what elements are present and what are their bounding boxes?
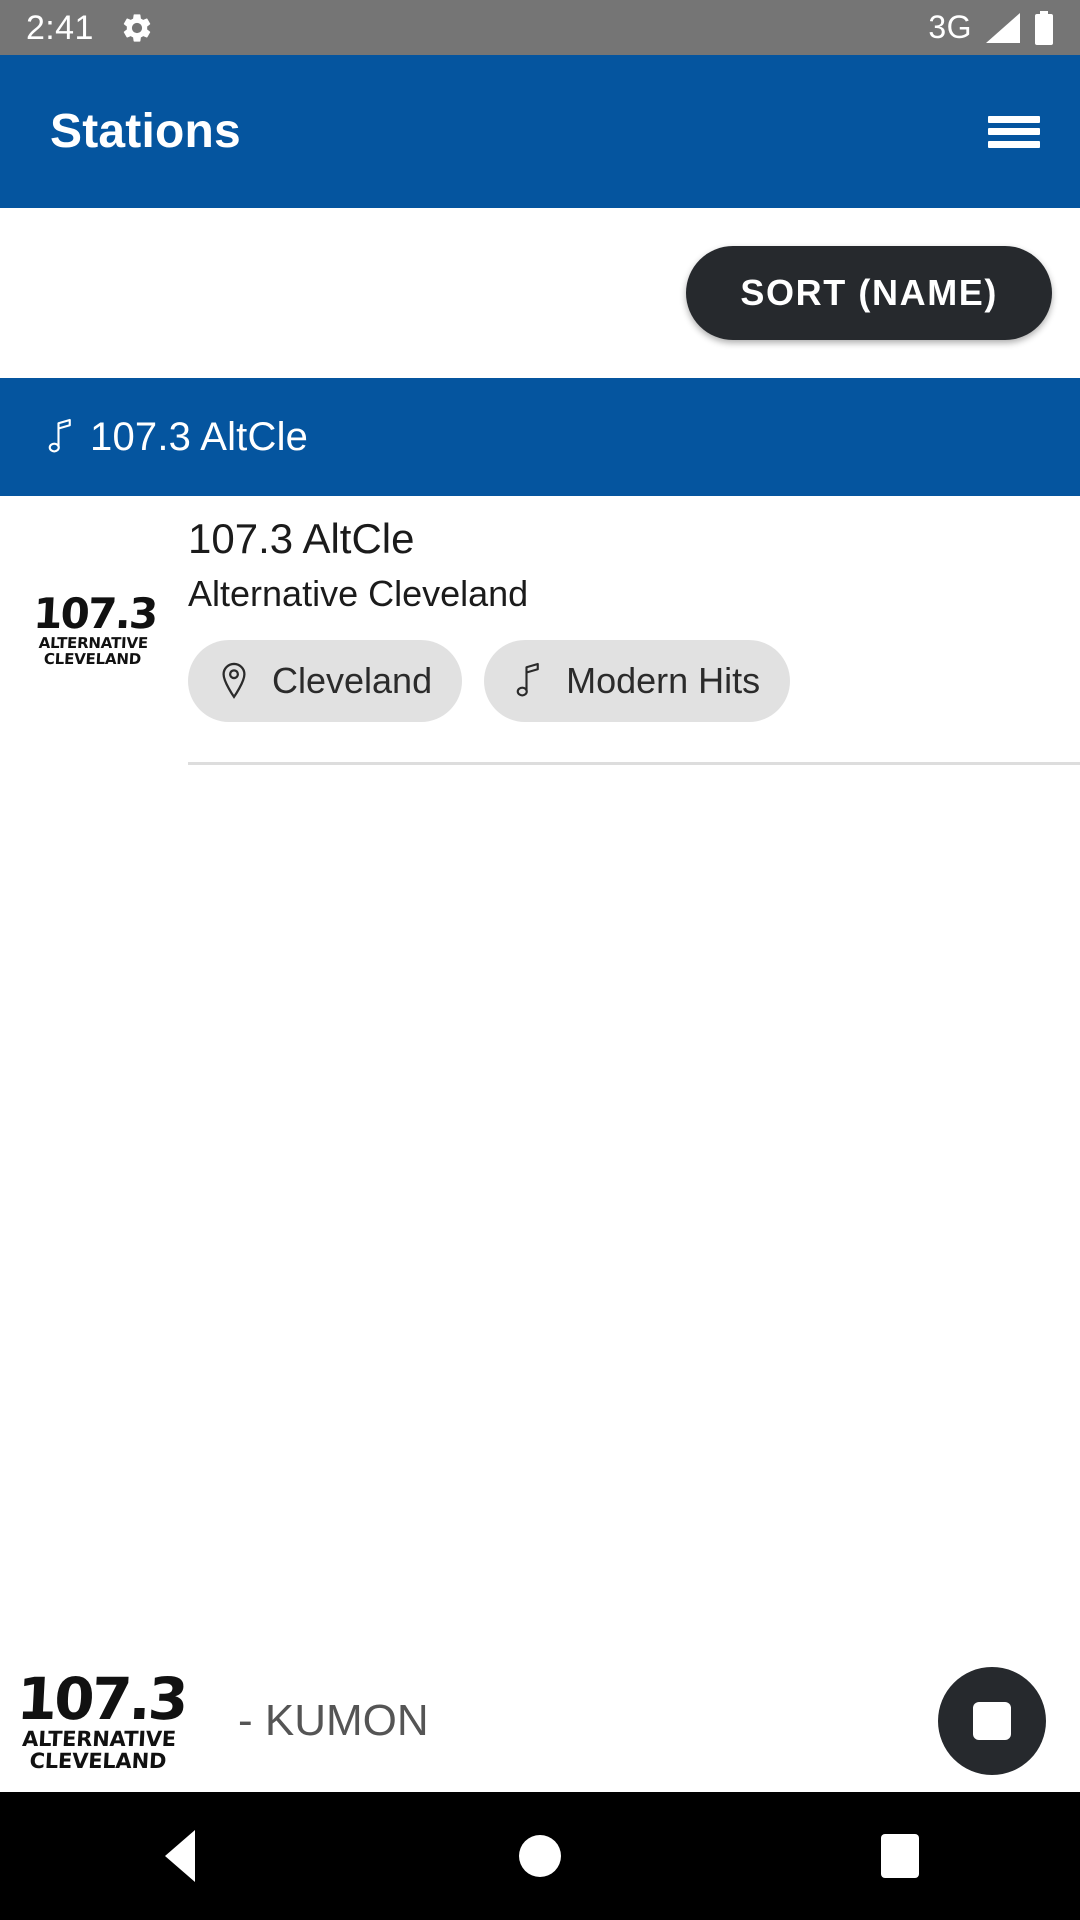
music-note-icon: [46, 418, 76, 456]
app-bar: Stations: [0, 55, 1080, 208]
stop-square-icon: [973, 1702, 1011, 1740]
station-details: 107.3 AltCle Alternative Cleveland Cleve…: [188, 496, 1080, 722]
chip-location-label: Cleveland: [272, 659, 433, 701]
now-playing-text: - KUMON: [238, 1696, 429, 1745]
nav-back-button[interactable]: [110, 1792, 250, 1920]
nav-home-button[interactable]: [470, 1792, 610, 1920]
music-note-icon: [514, 661, 544, 701]
hamburger-line: [988, 115, 1040, 123]
chip-genre-label: Modern Hits: [566, 659, 761, 701]
location-pin-icon: [218, 661, 250, 701]
stop-button[interactable]: [938, 1667, 1046, 1775]
station-tag-chips: Cleveland Modern Hits: [188, 639, 1050, 722]
hamburger-line: [988, 140, 1040, 148]
status-bar: 2:41 3G: [0, 0, 1080, 55]
battery-full-icon: [1034, 10, 1054, 45]
sort-button[interactable]: SORT (NAME): [686, 246, 1052, 340]
player-logo-line3: CLEVELAND: [28, 1749, 167, 1773]
home-circle-icon: [519, 1835, 561, 1877]
hamburger-menu-icon[interactable]: [988, 112, 1040, 152]
status-bar-indicators: 3G: [928, 9, 1054, 46]
gear-icon: [120, 11, 154, 45]
network-type-label: 3G: [928, 9, 972, 45]
station-logo-line3: CLEVELAND: [43, 650, 142, 668]
chip-genre[interactable]: Modern Hits: [484, 639, 791, 722]
sort-bar: SORT (NAME): [0, 208, 1080, 378]
status-bar-clock: 2:41: [26, 8, 94, 47]
recents-square-icon: [881, 1834, 919, 1878]
nav-recents-button[interactable]: [830, 1792, 970, 1920]
station-description: Alternative Cleveland: [188, 573, 529, 615]
page-title: Stations: [50, 105, 241, 158]
back-triangle-icon: [165, 1830, 195, 1882]
station-logo-line2: ALTERNATIVE: [38, 634, 149, 652]
android-navigation-bar: [0, 1792, 1080, 1920]
hamburger-line: [988, 128, 1040, 135]
signal-triangle-icon: [986, 12, 1020, 43]
chip-location[interactable]: Cleveland: [188, 639, 463, 722]
station-name: 107.3 AltCle: [188, 515, 415, 562]
player-logo-line2: ALTERNATIVE: [21, 1727, 177, 1751]
app-root: 2:41 3G Stations SORT (NAME) 107.3 AltCl…: [0, 0, 1080, 1920]
station-list-empty-area: [0, 766, 1080, 1650]
station-section-header[interactable]: 107.3 AltCle: [0, 378, 1080, 496]
station-logo: 107.3 ALTERNATIVE CLEVELAND: [0, 496, 188, 764]
station-logo-line1: 107.3: [32, 589, 158, 638]
station-section-header-label: 107.3 AltCle: [90, 414, 309, 459]
station-list-item[interactable]: 107.3 ALTERNATIVE CLEVELAND 107.3 AltCle…: [0, 496, 1080, 764]
list-divider: [188, 762, 1080, 765]
player-logo-badge: 107.3 ALTERNATIVE CLEVELAND: [12, 1665, 188, 1773]
station-logo-badge: 107.3 ALTERNATIVE CLEVELAND: [28, 589, 160, 668]
player-station-logo: 107.3 ALTERNATIVE CLEVELAND: [10, 1665, 190, 1773]
player-bar: 107.3 ALTERNATIVE CLEVELAND - KUMON: [0, 1650, 1080, 1792]
player-logo-line1: 107.3: [15, 1665, 188, 1733]
